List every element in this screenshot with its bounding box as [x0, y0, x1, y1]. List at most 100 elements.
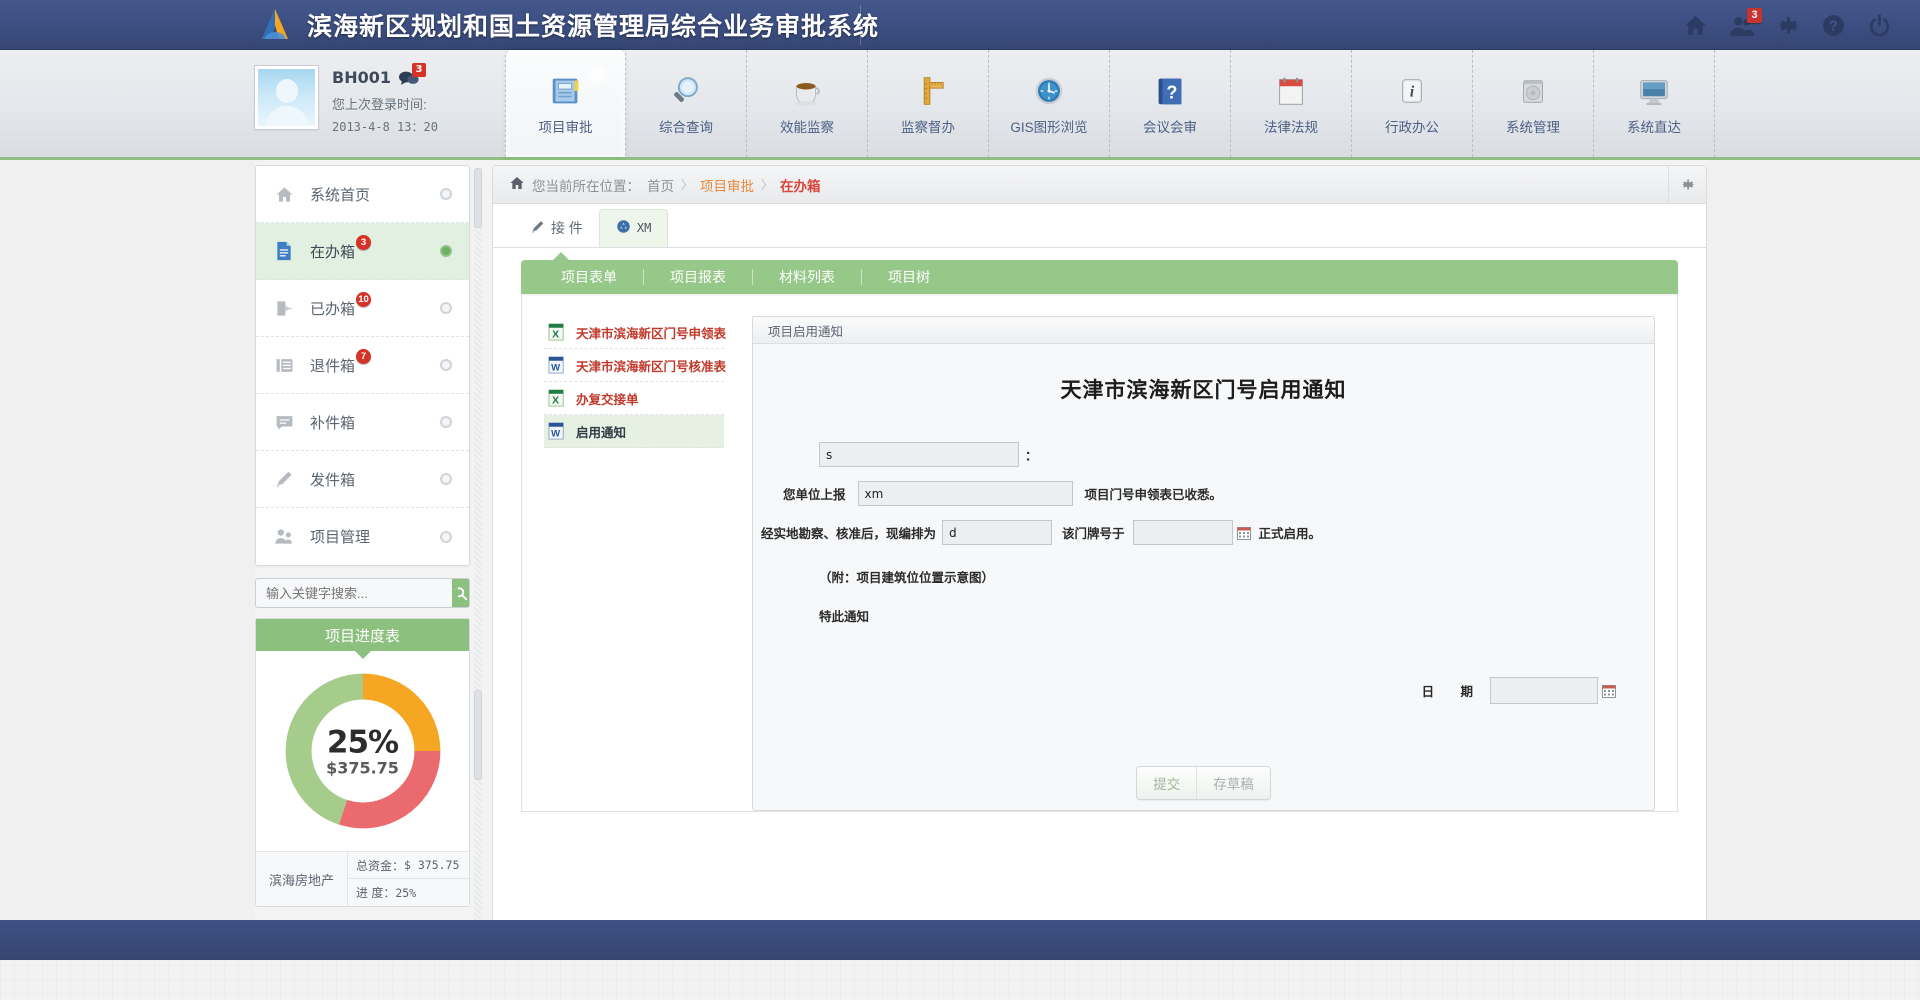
- logo-icon: [255, 5, 295, 45]
- document-list: X 天津市滨海新区门号申领表 W 天津市滨海新区门号核准表 X 办复交接单 W …: [544, 316, 727, 811]
- sidebar-item-project-management[interactable]: 项目管理: [256, 508, 469, 565]
- user-block: BH001 3 您上次登录时间: 2013-4-8 13：20: [255, 62, 438, 135]
- number-prefix: 经实地勘察、核准后，现编排为: [761, 526, 937, 541]
- nav-item-project-approval[interactable]: 项目审批: [505, 50, 626, 157]
- nav-item-system-direct[interactable]: 系统直达: [1594, 50, 1715, 157]
- form-row-date: 日 期: [753, 677, 1654, 704]
- sidebar-scrollbar-thumb-bottom[interactable]: [474, 690, 482, 780]
- nav-label: GIS图形浏览: [1010, 119, 1088, 135]
- sidebar-item-home[interactable]: 系统首页: [256, 166, 469, 223]
- sidebar-scrollbar-thumb-top[interactable]: [474, 168, 482, 228]
- help-icon[interactable]: ?: [1821, 13, 1846, 38]
- list-item-label: 天津市滨海新区门号核准表: [576, 359, 727, 374]
- list-item-label: 办复交接单: [576, 392, 639, 407]
- nav-items: 项目审批 综合查询 效能监察 监察督办 GIS图形浏览 ? 会议会审 法律法规 …: [505, 50, 1715, 157]
- home-icon[interactable]: [509, 175, 525, 194]
- breadcrumb-item-home[interactable]: 首页: [647, 175, 674, 195]
- gear-icon[interactable]: [1775, 13, 1800, 38]
- sidebar-item-returned[interactable]: 退件箱 7: [256, 337, 469, 394]
- nav-item-system-management[interactable]: 系统管理: [1473, 50, 1594, 157]
- user-icon[interactable]: 3: [1729, 7, 1762, 38]
- home-icon[interactable]: [1683, 13, 1708, 38]
- subtab-project-form[interactable]: 项目表单: [535, 267, 643, 287]
- search-input[interactable]: [256, 579, 452, 607]
- number-suffix: 正式启用。: [1258, 526, 1322, 541]
- sidebar-item-outbox[interactable]: 发件箱: [256, 451, 469, 508]
- door-number-input[interactable]: [942, 520, 1053, 545]
- calendar-icon: [1279, 77, 1303, 105]
- sidebar-menu: 系统首页 在办箱 3 已办箱 10 退件箱 7 补件箱 发件箱 项目管理: [255, 165, 470, 566]
- donut-amount-label: $375.75: [326, 758, 399, 778]
- nav-item-efficiency-supervision[interactable]: 效能监察: [747, 50, 868, 157]
- sidebar-item-inprogress[interactable]: 在办箱 3: [256, 223, 469, 280]
- list-item[interactable]: W 启用通知: [544, 415, 724, 448]
- breadcrumb-item-approval[interactable]: 项目审批: [700, 175, 754, 195]
- calendar-icon[interactable]: [1236, 526, 1251, 540]
- progress-card-title: 项目进度表: [256, 619, 469, 651]
- ruler-icon: [923, 76, 944, 105]
- radio-indicator[interactable]: [440, 188, 452, 200]
- last-login-label: 您上次登录时间:: [332, 97, 427, 112]
- radio-indicator[interactable]: [440, 416, 452, 428]
- nav-label: 行政办公: [1385, 119, 1439, 135]
- nav-label: 监察督办: [901, 119, 955, 135]
- nav-item-gis-browse[interactable]: GIS图形浏览: [989, 50, 1110, 157]
- start-date-input[interactable]: [1132, 520, 1233, 545]
- radio-indicator[interactable]: [440, 245, 452, 257]
- sidebar-item-done[interactable]: 已办箱 10: [256, 280, 469, 337]
- users-icon: [272, 527, 296, 546]
- nav-item-meeting-review[interactable]: ? 会议会审: [1110, 50, 1231, 157]
- radio-indicator[interactable]: [440, 473, 452, 485]
- subtab-material-list[interactable]: 材料列表: [753, 267, 861, 287]
- compass-icon: [1035, 77, 1063, 104]
- panel-area: 项目表单 项目报表 材料列表 项目树 X 天津市滨海新区门号申领表 W 天津市滨…: [493, 248, 1706, 812]
- top-icon-group: 3 ?: [1683, 0, 1892, 50]
- sidebar-item-label: 已办箱 10: [310, 291, 372, 319]
- total-funds-row: 总资金： $ 375.75: [348, 852, 469, 879]
- inbox-arrow-icon: [272, 299, 296, 318]
- header-divider: [860, 5, 861, 45]
- tab-xm[interactable]: XM: [598, 209, 669, 247]
- sidebar-item-supplement[interactable]: 补件箱: [256, 394, 469, 451]
- last-login-time: 2013-4-8 13：20: [332, 120, 438, 134]
- radio-indicator[interactable]: [440, 530, 452, 543]
- donut-percent-label: 25%: [326, 724, 399, 761]
- radio-indicator[interactable]: [440, 359, 452, 371]
- subtab-project-tree[interactable]: 项目树: [862, 267, 956, 287]
- power-icon[interactable]: [1867, 13, 1892, 38]
- submit-button[interactable]: 提交: [1137, 767, 1196, 799]
- svg-text:?: ?: [1166, 82, 1177, 102]
- nav-item-administrative-office[interactable]: i 行政办公: [1352, 50, 1473, 157]
- book-icon: [552, 78, 578, 103]
- nav-label: 法律法规: [1264, 119, 1318, 135]
- search-button[interactable]: [452, 579, 469, 607]
- svg-text:X: X: [552, 395, 559, 406]
- tab-intake[interactable]: 接 件: [515, 209, 599, 247]
- user-name-row: BH001 3: [332, 62, 438, 87]
- project-name-input[interactable]: [857, 481, 1073, 506]
- save-draft-button[interactable]: 存草稿: [1196, 767, 1270, 799]
- tab-label: XM: [636, 221, 652, 235]
- progress-card: 项目进度表 25% $375.75 滨海房地产 总资金： $ 375.75 进 …: [255, 618, 470, 907]
- calendar-icon[interactable]: [1602, 684, 1616, 698]
- recipient-input[interactable]: [819, 442, 1019, 467]
- pencil-icon: [531, 220, 545, 237]
- nav-item-supervision-urging[interactable]: 监察督办: [868, 50, 989, 157]
- date-input[interactable]: [1490, 677, 1598, 704]
- message-icon[interactable]: 3: [398, 62, 426, 86]
- sidebar-search[interactable]: [255, 578, 470, 608]
- sidebar-scrollbar-track[interactable]: [474, 168, 482, 948]
- subtab-project-report[interactable]: 项目报表: [644, 267, 752, 287]
- company-name: 滨海房地产: [256, 852, 348, 906]
- list-item[interactable]: X 天津市滨海新区门号申领表: [544, 316, 726, 349]
- list-item[interactable]: X 办复交接单: [544, 382, 724, 415]
- stack-icon: [272, 356, 296, 375]
- radio-indicator[interactable]: [440, 302, 452, 314]
- progress-label: 进 度：: [356, 886, 396, 900]
- nav-item-comprehensive-query[interactable]: 综合查询: [626, 50, 747, 157]
- home-icon: [272, 185, 296, 204]
- bottom-bar: [0, 920, 1920, 960]
- gear-icon[interactable]: [1668, 166, 1706, 203]
- nav-item-laws-regulations[interactable]: 法律法规: [1231, 50, 1352, 157]
- list-item[interactable]: W 天津市滨海新区门号核准表: [544, 349, 727, 382]
